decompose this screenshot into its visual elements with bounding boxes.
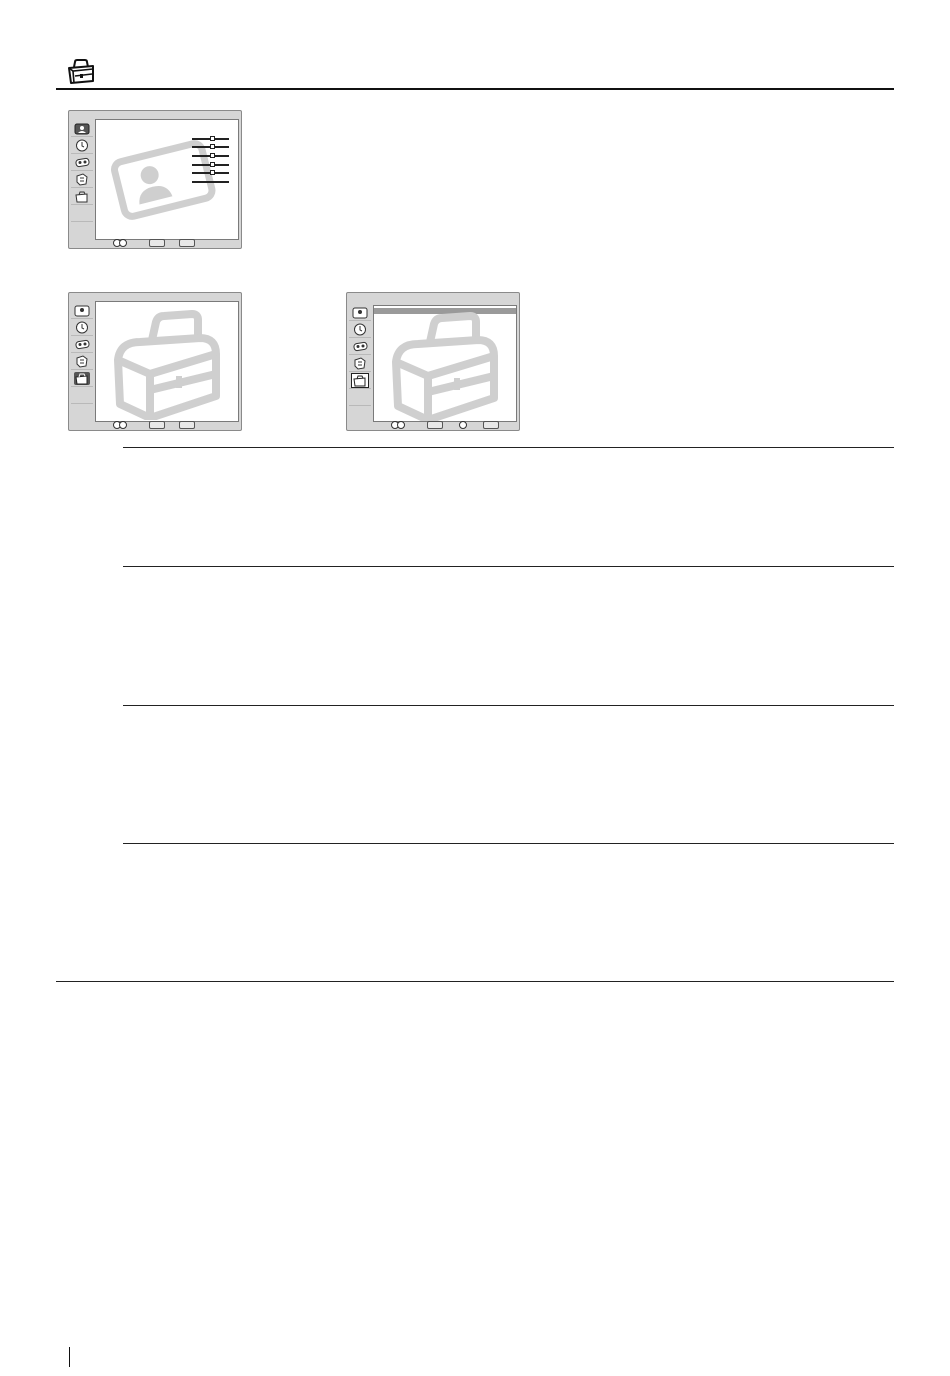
- sidebar-item-empty: [71, 405, 93, 420]
- sidebar-item-picture: [71, 303, 93, 319]
- sidebar-item-input: [71, 354, 93, 370]
- osd-panel: [95, 301, 239, 422]
- slider-line: [192, 170, 229, 175]
- osd-screen-picture: [68, 110, 242, 249]
- osd-footer: [113, 239, 233, 247]
- toolbox-watermark-icon: [114, 310, 220, 420]
- osd-footer: [391, 421, 515, 429]
- sidebar-item-sound: [71, 155, 93, 171]
- slider-line: [192, 153, 229, 158]
- portrait-card-watermark-icon: [111, 140, 216, 220]
- sidebar-item-clock: [71, 320, 93, 336]
- sidebar-item-clock: [71, 138, 93, 154]
- right-arrow-icon: [459, 421, 467, 429]
- ok-button-icon: [179, 239, 195, 247]
- sidebar-item-empty: [349, 390, 371, 406]
- slider-line: [192, 144, 229, 149]
- sidebar-item-sound: [349, 339, 371, 355]
- header-rule: [56, 88, 894, 90]
- osd-panel: [373, 305, 517, 422]
- sidebar-item-empty: [349, 407, 371, 422]
- slider-line: [192, 162, 229, 167]
- ok-button-icon: [179, 421, 195, 429]
- updown-arrow-icon: [119, 421, 127, 429]
- osd-screen-setup-submenu: [346, 292, 520, 431]
- sidebar-item-empty: [71, 388, 93, 404]
- osd-sidebar: [349, 305, 371, 421]
- footer-rule: [56, 981, 894, 982]
- section-rule: [123, 566, 894, 567]
- osd-sidebar: [71, 303, 93, 421]
- ok-button-icon: [483, 421, 499, 429]
- sidebar-item-input: [71, 172, 93, 188]
- slider-line: [192, 181, 229, 183]
- sidebar-item-toolbox: [71, 189, 93, 205]
- menu-button-icon: [149, 421, 165, 429]
- updown-arrow-icon: [119, 239, 127, 247]
- sidebar-item-empty: [71, 206, 93, 222]
- sidebar-item-empty: [71, 223, 93, 238]
- sidebar-item-picture: [71, 121, 93, 137]
- page-margin-marker: [69, 1347, 70, 1367]
- osd-screen-setup: [68, 292, 242, 431]
- sidebar-item-sound: [71, 337, 93, 353]
- menu-button-icon: [427, 421, 443, 429]
- sidebar-item-input: [349, 356, 371, 372]
- osd-footer: [113, 421, 233, 429]
- updown-arrow-icon: [397, 421, 405, 429]
- sidebar-item-toolbox: [71, 371, 93, 387]
- osd-sidebar: [71, 121, 93, 239]
- sidebar-item-toolbox: [349, 373, 371, 389]
- slider-line: [192, 136, 229, 141]
- osd-panel: [95, 119, 239, 240]
- menu-button-icon: [149, 239, 165, 247]
- section-rule: [123, 705, 894, 706]
- header-toolbox-icon: [66, 57, 96, 85]
- section-rule: [123, 843, 894, 844]
- toolbox-watermark-icon: [392, 312, 498, 421]
- sidebar-item-picture: [349, 305, 371, 321]
- sidebar-item-clock: [349, 322, 371, 338]
- section-rule: [123, 447, 894, 448]
